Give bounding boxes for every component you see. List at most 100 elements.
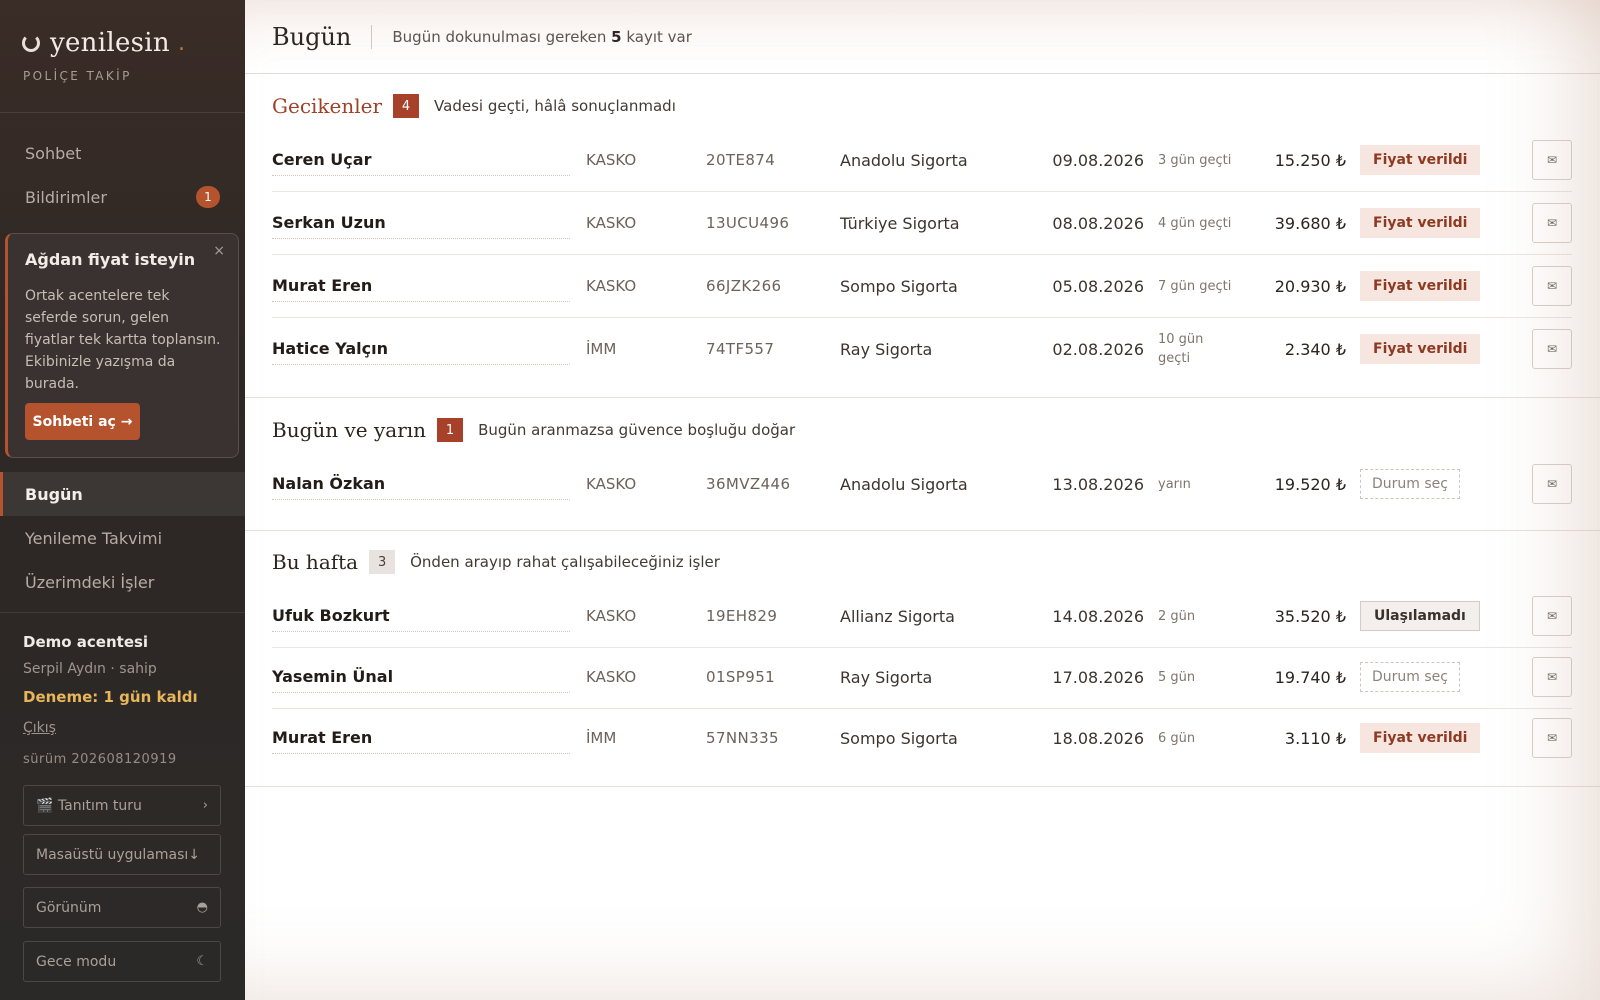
status-cell: Ulaşılamadı — [1360, 585, 1480, 647]
customer-name-cell[interactable]: Nalan Özkan — [272, 453, 570, 515]
tour-button[interactable]: 🎬 Tanıtım turu › — [23, 785, 221, 826]
subtitle-count: 5 — [611, 27, 622, 46]
table-row[interactable]: Ufuk Bozkurt KASKO 19EH829 Allianz Sigorta 1… — [272, 585, 1572, 648]
section-title: Bugün ve yarın — [272, 418, 427, 442]
moon-icon: ☾ — [196, 954, 208, 969]
customer-name-cell[interactable]: Murat Eren — [272, 255, 570, 317]
open-chat-button[interactable]: Sohbeti aç → — [25, 403, 140, 440]
close-icon[interactable]: × — [213, 243, 225, 259]
status-badge[interactable]: Durum seç — [1360, 662, 1460, 692]
appearance-button[interactable]: Görünüm ◓ — [23, 887, 221, 928]
customer-name-cell[interactable]: Yasemin Ünal — [272, 646, 570, 708]
renewal-date: 08.08.2026 — [1052, 213, 1144, 233]
customer-name: Ufuk Bozkurt — [272, 600, 570, 632]
table-row[interactable]: Murat Eren KASKO 66JZK266 Sompo Sigorta 05.0… — [272, 255, 1572, 318]
price: 39.680 ₺ — [1274, 213, 1346, 233]
subtitle-text: kayıt var — [621, 27, 692, 46]
mail-icon[interactable]: ✉ — [1532, 140, 1572, 180]
mail-icon[interactable]: ✉ — [1532, 203, 1572, 243]
table-row[interactable]: Murat Eren İMM 57NN335 Sompo Sigorta 18.08.2… — [272, 707, 1572, 770]
logout-link[interactable]: Çıkış — [23, 720, 56, 736]
appearance-button-label: Görünüm — [36, 899, 102, 916]
divider — [0, 112, 245, 113]
customer-name: Murat Eren — [272, 722, 570, 754]
renewal-date: 18.08.2026 — [1052, 728, 1144, 748]
mail-icon[interactable]: ✉ — [1532, 657, 1572, 697]
customer-name-cell[interactable]: Murat Eren — [272, 707, 570, 769]
table-row[interactable]: Serkan Uzun KASKO 13UCU496 Türkiye Sigorta 0… — [272, 192, 1572, 255]
mail-icon[interactable]: ✉ — [1532, 718, 1572, 758]
mail-icon[interactable]: ✉ — [1532, 266, 1572, 306]
customer-name: Yasemin Ünal — [272, 661, 570, 693]
user-name: Serpil Aydın · sahip — [23, 661, 157, 677]
customer-name-cell[interactable]: Serkan Uzun — [272, 192, 570, 254]
status-badge[interactable]: Fiyat verildi — [1360, 334, 1481, 364]
renewal-date: 13.08.2026 — [1052, 474, 1144, 494]
nav-item-label: Bildirimler — [25, 187, 107, 207]
nav-item-bugun[interactable]: Bugün — [0, 472, 245, 516]
nav-item-label: Üzerimdeki İşler — [25, 572, 155, 592]
customer-name-cell[interactable]: Hatice Yalçın — [272, 318, 570, 380]
night-mode-button-label: Gece modu — [36, 953, 117, 970]
insurance-company: Sompo Sigorta — [840, 276, 958, 296]
customer-name: Hatice Yalçın — [272, 333, 570, 365]
chevron-right-icon: › — [202, 798, 208, 813]
customer-name: Ceren Uçar — [272, 144, 570, 176]
section-title: Bu hafta — [272, 550, 359, 574]
tour-button-label: 🎬 Tanıtım turu — [36, 797, 142, 814]
section-divider — [245, 530, 1600, 531]
customer-name: Nalan Özkan — [272, 468, 570, 500]
insurance-company: Allianz Sigorta — [840, 606, 955, 626]
insurance-company: Anadolu Sigorta — [840, 150, 968, 170]
nav-item-yenileme-takvimi[interactable]: Yenileme Takvimi — [0, 516, 245, 560]
plate-number: 66JZK266 — [706, 277, 782, 295]
table-row[interactable]: Yasemin Ünal KASKO 01SP951 Ray Sigorta 17.08… — [272, 646, 1572, 709]
desktop-app-button[interactable]: Masaüstü uygulaması↓ — [23, 834, 221, 875]
mail-icon[interactable]: ✉ — [1532, 464, 1572, 504]
customer-name-cell[interactable]: Ceren Uçar — [272, 129, 570, 191]
promo-title: Ağdan fiyat isteyin — [25, 250, 196, 269]
price: 35.520 ₺ — [1274, 606, 1346, 626]
policy-type: İMM — [586, 340, 617, 358]
status-badge[interactable]: Fiyat verildi — [1360, 208, 1481, 238]
sidebar: yenilesin . POLİÇE TAKİP Sohbet Bildirim… — [0, 0, 245, 1000]
price: 19.520 ₺ — [1274, 474, 1346, 494]
page-header: Bugün Bugün dokunulması gereken 5 kayıt … — [245, 0, 1600, 74]
table-row[interactable]: Ceren Uçar KASKO 20TE874 Anadolu Sigorta 09.… — [272, 129, 1572, 192]
customer-name-cell[interactable]: Ufuk Bozkurt — [272, 585, 570, 647]
insurance-company: Türkiye Sigorta — [840, 213, 960, 233]
renewal-date: 14.08.2026 — [1052, 606, 1144, 626]
nav-item-label: Yenileme Takvimi — [25, 528, 163, 548]
status-badge[interactable]: Fiyat verildi — [1360, 723, 1481, 753]
nav-item-bildirimler[interactable]: Bildirimler 1 — [0, 175, 245, 219]
plate-number: 19EH829 — [706, 607, 778, 625]
section-title: Gecikenler — [272, 94, 383, 118]
nav-item-sohbet[interactable]: Sohbet — [0, 131, 245, 175]
customer-name: Murat Eren — [272, 270, 570, 302]
table-row[interactable]: Nalan Özkan KASKO 36MVZ446 Anadolu Sigorta 1… — [272, 453, 1572, 516]
status-badge[interactable]: Ulaşılamadı — [1360, 601, 1480, 631]
policy-type: KASKO — [586, 668, 637, 686]
table-row[interactable]: Hatice Yalçın İMM 74TF557 Ray Sigorta 02.08.… — [272, 318, 1572, 381]
renewal-date: 09.08.2026 — [1052, 150, 1144, 170]
price: 20.930 ₺ — [1274, 276, 1346, 296]
plate-number: 74TF557 — [706, 340, 775, 358]
renewal-date: 02.08.2026 — [1052, 339, 1144, 359]
nav-item-uzerimdeki-isler[interactable]: Üzerimdeki İşler — [0, 560, 245, 604]
brand-logo[interactable]: yenilesin . — [22, 28, 185, 58]
notification-count-badge: 1 — [196, 186, 220, 208]
section-header: Bu hafta 3 Önden arayıp rahat çalışabilece… — [272, 550, 720, 574]
status-badge[interactable]: Fiyat verildi — [1360, 271, 1481, 301]
mail-icon[interactable]: ✉ — [1532, 596, 1572, 636]
status-badge[interactable]: Durum seç — [1360, 469, 1460, 499]
night-mode-button[interactable]: Gece modu ☾ — [23, 941, 221, 982]
subtitle-text: Bugün dokunulması gereken — [392, 27, 612, 46]
plate-number: 01SP951 — [706, 668, 776, 686]
brand-subtitle: POLİÇE TAKİP — [23, 69, 132, 83]
section-count-badge: 3 — [369, 550, 396, 574]
policy-type: KASKO — [586, 475, 637, 493]
status-badge[interactable]: Fiyat verildi — [1360, 145, 1481, 175]
mail-icon[interactable]: ✉ — [1532, 329, 1572, 369]
policy-type: KASKO — [586, 607, 637, 625]
plate-number: 20TE874 — [706, 151, 776, 169]
